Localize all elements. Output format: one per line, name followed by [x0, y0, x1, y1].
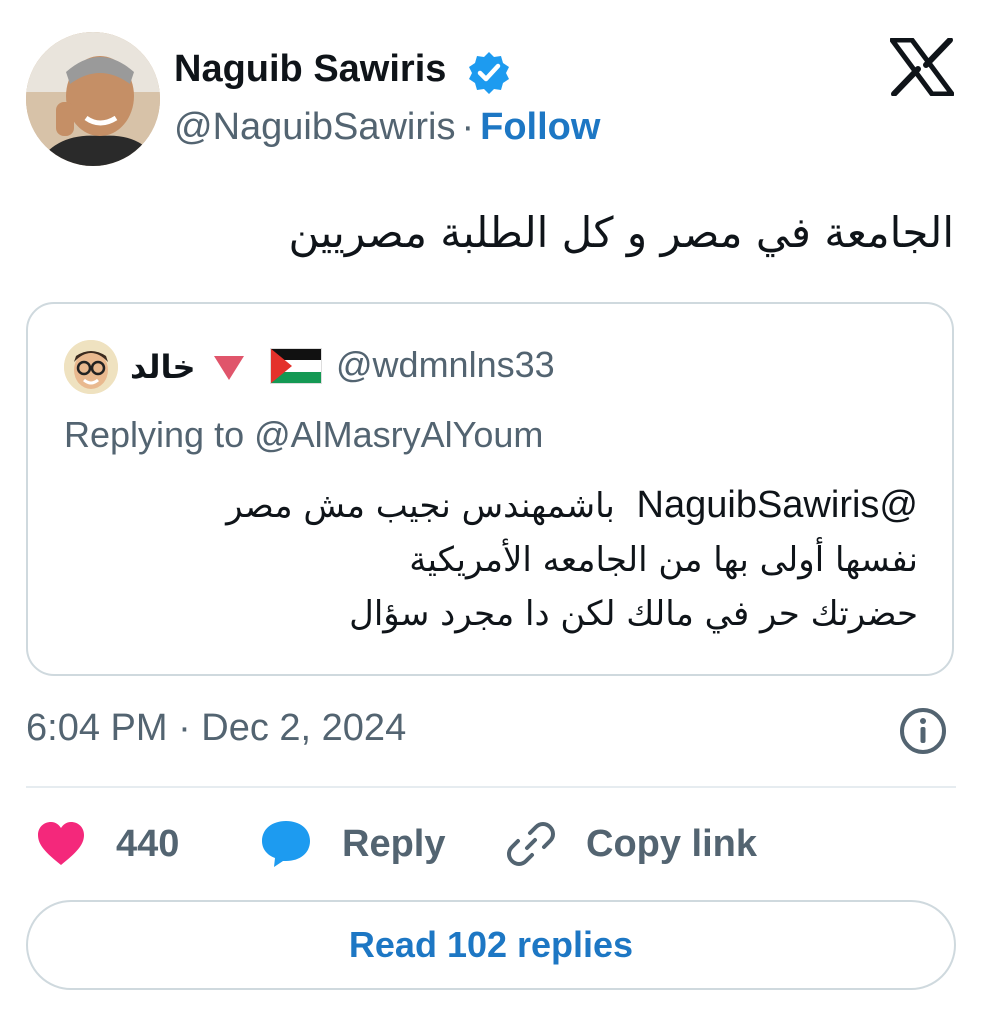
- heart-icon: [38, 822, 84, 865]
- follow-button[interactable]: Follow: [480, 106, 600, 148]
- quoted-text-line-1: @NaguibSawiris باشمهندس نجيب مش مصر: [58, 478, 918, 533]
- replying-to-text: Replying to @AlMasryAlYoum: [64, 414, 544, 455]
- verified-badge-icon: [466, 50, 512, 96]
- quoted-tweet[interactable]: خالد @wdmnlns33 Replying to @AlMasryAlYo…: [26, 302, 954, 676]
- speech-bubble-icon: [262, 821, 310, 867]
- author-avatar[interactable]: [26, 32, 160, 166]
- quoted-author-avatar[interactable]: [64, 340, 118, 394]
- info-icon[interactable]: [898, 706, 948, 756]
- link-icon: [507, 822, 555, 866]
- like-count: 440: [116, 823, 180, 865]
- tweet-embed-card: Naguib Sawiris @NaguibSawiris · Follow الج…: [0, 0, 996, 1028]
- quoted-text-line-2: نفسها أولى بها من الجامعه الأمريكية: [409, 540, 918, 580]
- author-display-name[interactable]: Naguib Sawiris: [174, 46, 446, 92]
- quoted-tweet-text: @NaguibSawiris باشمهندس نجيب مش مصر نفسه…: [58, 478, 918, 641]
- reply-button[interactable]: Reply: [260, 816, 445, 872]
- x-logo-icon[interactable]: [889, 37, 955, 97]
- author-handle[interactable]: @NaguibSawiris: [174, 106, 455, 148]
- copy-link-button[interactable]: Copy link: [506, 816, 757, 872]
- tweet-text: الجامعة في مصر و كل الطلبة مصريين: [288, 208, 954, 257]
- divider: [26, 786, 956, 788]
- quoted-text-line-3: حضرتك حر في مالك لكن دا مجرد سؤال: [349, 594, 918, 634]
- read-replies-label: Read 102 replies: [348, 924, 634, 965]
- copy-link-label: Copy link: [586, 823, 758, 865]
- palestine-flag-icon: [270, 348, 322, 384]
- tweet-timestamp[interactable]: 6:04 PM · Dec 2, 2024: [26, 704, 406, 752]
- quoted-mention[interactable]: @NaguibSawiris: [637, 484, 918, 526]
- triangle-down-icon: [212, 354, 246, 382]
- read-replies-button[interactable]: Read 102 replies: [26, 900, 956, 990]
- author-handle-row: @NaguibSawiris · Follow: [174, 104, 600, 150]
- separator-dot: ·: [461, 106, 475, 148]
- quoted-author-handle[interactable]: @wdmnlns33: [336, 342, 555, 388]
- quoted-author-name[interactable]: خالد: [130, 346, 196, 388]
- like-button[interactable]: 440: [36, 816, 179, 872]
- quoted-line-1-rest: باشمهندس نجيب مش مصر: [226, 486, 615, 526]
- reply-label: Reply: [342, 823, 446, 865]
